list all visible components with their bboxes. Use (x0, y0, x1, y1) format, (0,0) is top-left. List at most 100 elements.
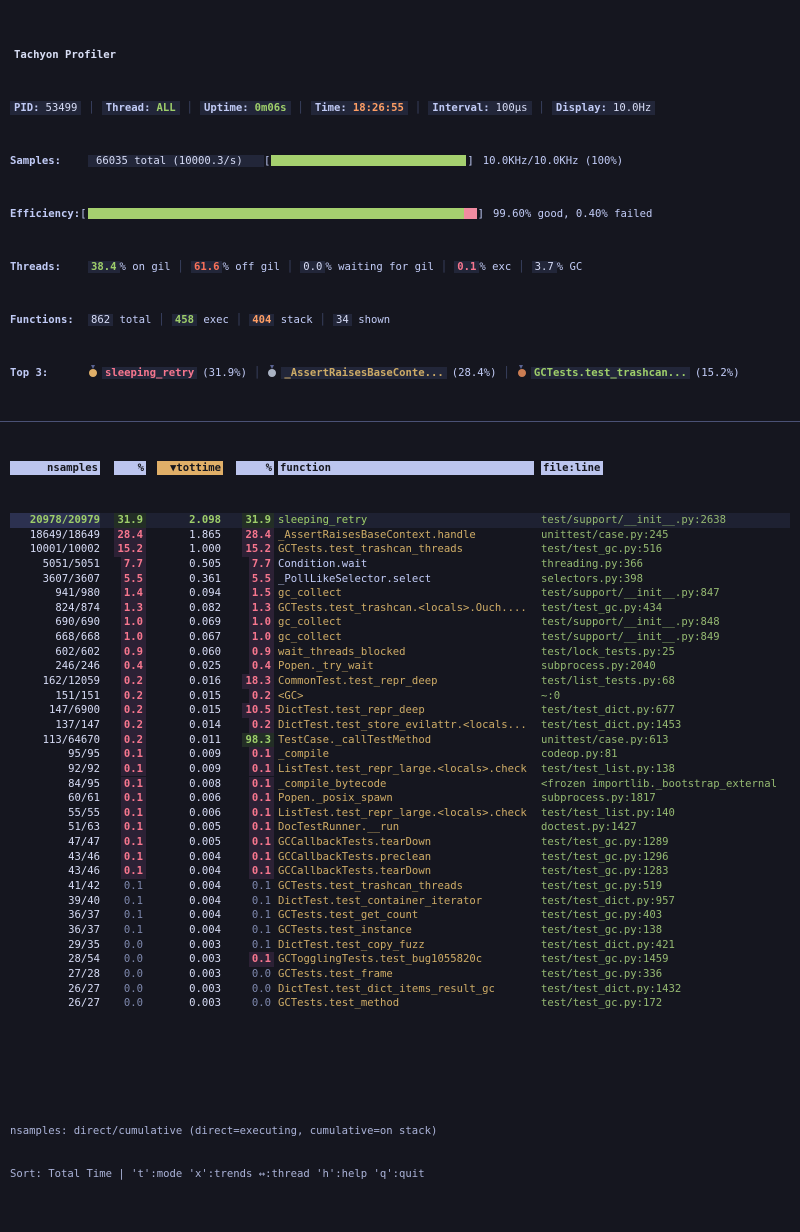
row-tottime: 0.009 (146, 762, 223, 777)
table-row[interactable]: 5051/5051 7.7 0.505 7.7 Condition.wait t… (10, 557, 790, 572)
row-tottime: 0.006 (146, 806, 223, 821)
table-row[interactable]: 26/27 0.0 0.003 0.0 DictTest.test_dict_i… (10, 982, 790, 997)
row-tottime: 2.098 (146, 513, 223, 528)
row-direct-pct: 0.1 (100, 762, 146, 777)
row-function: sleeping_retry (274, 513, 536, 528)
table-row[interactable]: 162/12059 0.2 0.016 18.3 CommonTest.test… (10, 674, 790, 689)
row-cumulative-pct: 5.5 (223, 572, 274, 587)
thread-value: ALL (156, 102, 175, 114)
column-header-file-line[interactable]: file:line (536, 461, 790, 476)
top1-entry: sleeping_retry(31.9%) (88, 367, 247, 379)
row-direct-pct: 0.1 (100, 747, 146, 762)
row-file-line: test/test_dict.py:1453 (536, 718, 790, 733)
row-direct-pct: 0.1 (100, 850, 146, 865)
row-cumulative-pct: 0.1 (223, 835, 274, 850)
table-row[interactable]: 92/92 0.1 0.009 0.1 ListTest.test_repr_l… (10, 762, 790, 777)
row-direct-pct: 0.2 (100, 718, 146, 733)
table-row[interactable]: 147/6900 0.2 0.015 10.5 DictTest.test_re… (10, 703, 790, 718)
row-file-line: codeop.py:81 (536, 747, 790, 762)
divider (539, 102, 545, 114)
table-row[interactable]: 43/46 0.1 0.004 0.1 GCCallbackTests.tear… (10, 864, 790, 879)
row-tottime: 0.003 (146, 982, 223, 997)
row-file-line: test/test_gc.py:403 (536, 908, 790, 923)
row-nsamples: 36/37 (10, 923, 100, 938)
table-row[interactable]: 51/63 0.1 0.005 0.1 DocTestRunner.__run … (10, 820, 790, 835)
row-function: DictTest.test_dict_items_result_gc (274, 982, 536, 997)
row-cumulative-pct: 1.5 (223, 586, 274, 601)
column-header-nsamples[interactable]: nsamples (10, 461, 100, 476)
row-tottime: 0.069 (146, 615, 223, 630)
row-function: CommonTest.test_repr_deep (274, 674, 536, 689)
table-row[interactable]: 28/54 0.0 0.003 0.1 GCTogglingTests.test… (10, 952, 790, 967)
row-function: GCTests.test_instance (274, 923, 536, 938)
top3-function: GCTests.test_trashcan... (531, 367, 690, 379)
row-nsamples: 18649/18649 (10, 528, 100, 543)
row-cumulative-pct: 7.7 (223, 557, 274, 572)
bar-open-bracket (80, 208, 86, 220)
row-function: DictTest.test_copy_fuzz (274, 938, 536, 953)
table-row[interactable]: 36/37 0.1 0.004 0.1 GCTests.test_instanc… (10, 923, 790, 938)
table-row[interactable]: 95/95 0.1 0.009 0.1 _compile codeop.py:8… (10, 747, 790, 762)
row-nsamples: 246/246 (10, 659, 100, 674)
table-row[interactable]: 113/64670 0.2 0.011 98.3 TestCase._callT… (10, 733, 790, 748)
table-row[interactable]: 941/980 1.4 0.094 1.5 gc_collect test/su… (10, 586, 790, 601)
row-direct-pct: 1.0 (100, 615, 146, 630)
functions-total-suffix: total (113, 314, 151, 326)
table-row[interactable]: 36/37 0.1 0.004 0.1 GCTests.test_get_cou… (10, 908, 790, 923)
table-row[interactable]: 47/47 0.1 0.005 0.1 GCCallbackTests.tear… (10, 835, 790, 850)
table-row[interactable]: 602/602 0.9 0.060 0.9 wait_threads_block… (10, 645, 790, 660)
row-tottime: 0.006 (146, 791, 223, 806)
table-row[interactable]: 43/46 0.1 0.004 0.1 GCCallbackTests.prec… (10, 850, 790, 865)
row-direct-pct: 0.1 (100, 806, 146, 821)
row-direct-pct: 0.4 (100, 659, 146, 674)
row-file-line: test/test_gc.py:1296 (536, 850, 790, 865)
table-row[interactable]: 60/61 0.1 0.006 0.1 Popen._posix_spawn s… (10, 791, 790, 806)
row-function: _compile_bytecode (274, 777, 536, 792)
divider (88, 102, 94, 114)
table-row[interactable]: 824/874 1.3 0.082 1.3 GCTests.test_trash… (10, 601, 790, 616)
table-row[interactable]: 668/668 1.0 0.067 1.0 gc_collect test/su… (10, 630, 790, 645)
row-direct-pct: 31.9 (100, 513, 146, 528)
table-row[interactable]: 27/28 0.0 0.003 0.0 GCTests.test_frame t… (10, 967, 790, 982)
interval-value: 100μs (496, 102, 528, 114)
table-row[interactable]: 137/147 0.2 0.014 0.2 DictTest.test_stor… (10, 718, 790, 733)
row-direct-pct: 0.1 (100, 908, 146, 923)
table-row[interactable]: 55/55 0.1 0.006 0.1 ListTest.test_repr_l… (10, 806, 790, 821)
column-header-direct-pct[interactable]: % (100, 461, 146, 476)
table-row[interactable]: 39/40 0.1 0.004 0.1 DictTest.test_contai… (10, 894, 790, 909)
row-function: ListTest.test_repr_large.<locals>.check (274, 762, 536, 777)
table-row[interactable]: 84/95 0.1 0.008 0.1 _compile_bytecode <f… (10, 777, 790, 792)
row-function: Popen._try_wait (274, 659, 536, 674)
efficiency-row: Efficiency:99.60% good, 0.40% failed (10, 205, 790, 222)
column-header-tottime-sorted[interactable]: ▼tottime (146, 461, 223, 476)
bar-open-bracket (264, 155, 270, 167)
row-file-line: test/test_list.py:138 (536, 762, 790, 777)
row-direct-pct: 1.4 (100, 586, 146, 601)
table-row[interactable]: 246/246 0.4 0.025 0.4 Popen._try_wait su… (10, 659, 790, 674)
bronze-medal-icon (518, 369, 526, 377)
table-row[interactable]: 151/151 0.2 0.015 0.2 <GC> ~:0 (10, 689, 790, 704)
table-row[interactable]: 3607/3607 5.5 0.361 5.5 _PollLikeSelecto… (10, 572, 790, 587)
row-function: gc_collect (274, 615, 536, 630)
table-row[interactable]: 20978/20979 31.9 2.098 31.9 sleeping_ret… (10, 513, 790, 528)
row-file-line: test/test_gc.py:516 (536, 542, 790, 557)
row-function: GCTogglingTests.test_bug1055820c (274, 952, 536, 967)
table-row[interactable]: 10001/10002 15.2 1.000 15.2 GCTests.test… (10, 542, 790, 557)
table-row[interactable]: 690/690 1.0 0.069 1.0 gc_collect test/su… (10, 615, 790, 630)
samples-bar (271, 155, 466, 166)
table-row[interactable]: 41/42 0.1 0.004 0.1 GCTests.test_trashca… (10, 879, 790, 894)
exc-value: 0.1 (454, 261, 479, 273)
column-header-function[interactable]: function (274, 461, 536, 476)
row-nsamples: 113/64670 (10, 733, 100, 748)
row-cumulative-pct: 0.4 (223, 659, 274, 674)
on-gil-value: 38.4 (88, 261, 120, 273)
table-row[interactable]: 18649/18649 28.4 1.865 28.4 _AssertRaise… (10, 528, 790, 543)
table-row[interactable]: 29/35 0.0 0.003 0.1 DictTest.test_copy_f… (10, 938, 790, 953)
row-direct-pct: 0.1 (100, 923, 146, 938)
top2-function: _AssertRaisesBaseConte... (281, 367, 446, 379)
table-row[interactable]: 26/27 0.0 0.003 0.0 GCTests.test_method … (10, 996, 790, 1011)
column-header-cumulative-pct[interactable]: % (223, 461, 274, 476)
row-file-line: test/support/__init__.py:847 (536, 586, 790, 601)
row-function: GCTests.test_frame (274, 967, 536, 982)
row-direct-pct: 0.1 (100, 879, 146, 894)
